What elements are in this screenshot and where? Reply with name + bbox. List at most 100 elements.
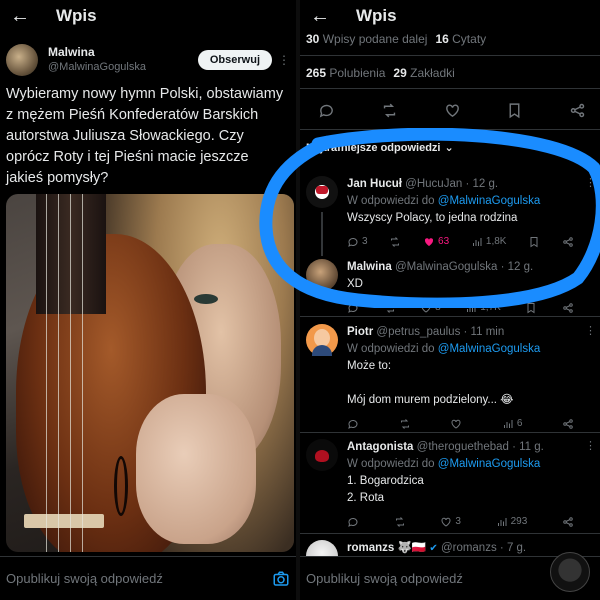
- more-icon[interactable]: ⋮: [585, 439, 596, 452]
- reply-to-prefix: W odpowiedzi do: [347, 195, 435, 207]
- reply-body: Antagonista @theroguethebad · 11 g. W od…: [347, 439, 584, 530]
- more-icon[interactable]: ⋮: [278, 53, 290, 67]
- reply-to: W odpowiedzi do @MalwinaGogulska: [347, 341, 584, 358]
- reply-author-name[interactable]: Jan Hucuł: [347, 178, 402, 190]
- views-button[interactable]: 293: [496, 513, 527, 530]
- reply-to-handle[interactable]: @MalwinaGogulska: [438, 458, 540, 470]
- reply-author-name[interactable]: Malwina: [347, 261, 392, 273]
- views-icon: [503, 419, 513, 428]
- reply-item[interactable]: Piotr @petrus_paulus · 11 min W odpowied…: [306, 324, 596, 430]
- more-icon[interactable]: ⋮: [585, 324, 596, 337]
- share-button[interactable]: [562, 418, 574, 430]
- astronaut-watermark-icon: [550, 552, 590, 592]
- bookmark-icon[interactable]: [506, 102, 523, 119]
- likes-stat[interactable]: 265 Polubienia: [306, 66, 385, 80]
- reply-actions: 8 1,7K: [347, 299, 584, 316]
- reposts-stat[interactable]: 30 Wpisy podane dalej: [306, 32, 427, 46]
- like-button[interactable]: 3: [440, 513, 461, 530]
- reply-time: · 11 g.: [512, 441, 544, 453]
- repost-button[interactable]: [389, 236, 401, 248]
- more-icon[interactable]: ⋮: [585, 176, 596, 189]
- reply-button[interactable]: 3: [347, 233, 368, 250]
- reply-composer[interactable]: Opublikuj swoją odpowiedź: [0, 556, 296, 600]
- bookmark-button[interactable]: [528, 236, 540, 248]
- reply-item[interactable]: Jan Hucuł @HucuJan · 12 g. W odpowiedzi …: [306, 176, 596, 250]
- like-count: 3: [455, 516, 461, 527]
- share-button[interactable]: [562, 516, 574, 528]
- reply-item[interactable]: Malwina @MalwinaGogulska · 12 g. XD 8 1,…: [306, 259, 594, 313]
- follow-button[interactable]: Obserwuj: [197, 50, 272, 70]
- reply-body: Malwina @MalwinaGogulska · 12 g. XD 8 1,…: [347, 259, 584, 316]
- reply-to-handle[interactable]: @MalwinaGogulska: [438, 343, 540, 355]
- bookmark-button[interactable]: [525, 302, 537, 314]
- views-button[interactable]: 1,7K: [465, 299, 501, 316]
- back-arrow-icon[interactable]: ←: [310, 5, 340, 28]
- repost-icon: [395, 516, 404, 527]
- share-icon[interactable]: [569, 102, 586, 119]
- reply-author-handle[interactable]: @HucuJan: [405, 178, 462, 190]
- avatar[interactable]: [306, 176, 338, 208]
- photo-f-hole: [114, 456, 128, 516]
- reply-time: · 11 min: [463, 326, 505, 338]
- repost-button[interactable]: [394, 516, 406, 528]
- quotes-stat[interactable]: 16 Cytaty: [435, 32, 486, 46]
- avatar[interactable]: [306, 439, 338, 471]
- reply-author-handle[interactable]: @theroguethebad: [417, 441, 509, 453]
- reply-input[interactable]: Opublikuj swoją odpowiedź: [6, 571, 272, 586]
- author-name[interactable]: Malwina: [48, 45, 198, 60]
- reply-author-handle[interactable]: @petrus_paulus: [376, 326, 460, 338]
- photo-string: [82, 194, 83, 552]
- reply-author-name[interactable]: Antagonista: [347, 441, 413, 453]
- like-button[interactable]: 8: [420, 299, 441, 316]
- bookmark-icon: [527, 302, 535, 313]
- bookmarks-stat[interactable]: 29 Zakładki: [393, 66, 454, 80]
- reply-author-handle[interactable]: @romanzs: [441, 542, 497, 554]
- reply-button[interactable]: [347, 302, 359, 314]
- reply-button[interactable]: [347, 418, 359, 430]
- view-count: 1,7K: [480, 302, 501, 313]
- reply-item[interactable]: Antagonista @theroguethebad · 11 g. W od…: [306, 439, 596, 530]
- repost-button[interactable]: [399, 418, 411, 430]
- share-button[interactable]: [562, 236, 574, 248]
- like-button[interactable]: 63: [423, 233, 449, 250]
- views-icon: [497, 517, 507, 526]
- reply-icon: [348, 419, 358, 429]
- like-count: 63: [438, 236, 450, 247]
- views-button[interactable]: 6: [502, 415, 522, 432]
- reply-text: XD: [347, 278, 363, 290]
- repost-icon[interactable]: [381, 102, 398, 119]
- like-stats: 265 Polubienia 29 Zakładki: [306, 66, 594, 80]
- page-title: Wpis: [356, 6, 397, 25]
- photo-string: [58, 194, 59, 552]
- divider-line: [300, 432, 600, 433]
- like-button[interactable]: [450, 418, 462, 430]
- share-button[interactable]: [562, 302, 574, 314]
- views-button[interactable]: 1,8K: [471, 233, 507, 250]
- reply-body: Jan Hucuł @HucuJan · 12 g. W odpowiedzi …: [347, 176, 584, 250]
- photo-eye: [194, 294, 218, 304]
- reply-button[interactable]: [347, 516, 359, 528]
- tweet-photo[interactable]: [6, 194, 294, 552]
- replies-sort[interactable]: Najtrafniejsze odpowiedzi ⌄: [306, 141, 454, 154]
- view-count: 1,8K: [485, 236, 507, 247]
- like-icon[interactable]: [444, 102, 461, 119]
- repost-button[interactable]: [384, 302, 396, 314]
- avatar[interactable]: [6, 44, 38, 76]
- repost-icon: [391, 236, 400, 247]
- author-handle[interactable]: @MalwinaGogulska: [48, 60, 198, 75]
- reply-composer[interactable]: Opublikuj swoją odpowiedź: [300, 552, 600, 600]
- reply-to-handle[interactable]: @MalwinaGogulska: [438, 195, 540, 207]
- camera-icon[interactable]: [272, 570, 290, 588]
- left-screen: ← Wpis Malwina @MalwinaGogulska Obserwuj…: [0, 0, 296, 600]
- avatar[interactable]: [306, 324, 338, 356]
- heart-filled-icon: [425, 237, 434, 246]
- reply-author-name[interactable]: Piotr: [347, 326, 373, 338]
- reply-author-name[interactable]: romanzs: [347, 542, 394, 554]
- photo-string: [46, 194, 47, 552]
- reply-author-handle[interactable]: @MalwinaGogulska: [395, 261, 497, 273]
- back-arrow-icon[interactable]: ←: [10, 5, 40, 28]
- reply-icon: [348, 237, 358, 247]
- reply-text: Może to: Mój dom murem podzielony... 😂: [347, 360, 514, 406]
- reply-icon[interactable]: [318, 102, 335, 119]
- avatar[interactable]: [306, 259, 338, 291]
